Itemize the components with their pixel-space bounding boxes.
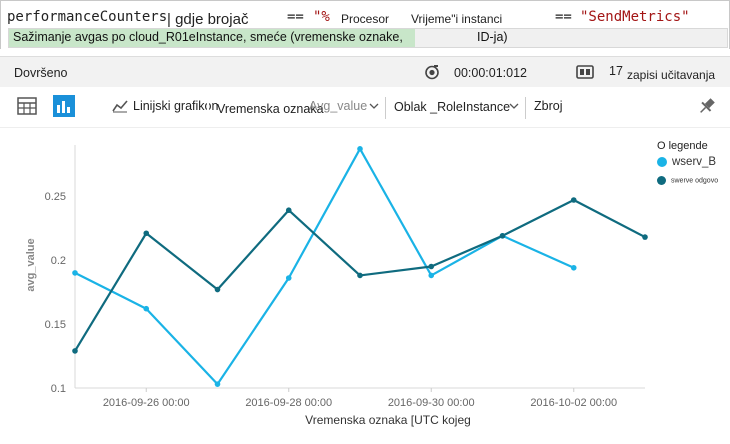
y-axis-label: avg_value	[25, 238, 37, 291]
query-token-where: | gdje brojač	[167, 11, 249, 28]
data-point[interactable]	[428, 272, 435, 279]
stopwatch-icon	[425, 65, 439, 80]
pin-icon[interactable]	[697, 96, 717, 116]
line-chart-icon	[112, 100, 128, 113]
data-point[interactable]	[499, 233, 506, 239]
legend-label-2: swerve odgovo	[671, 177, 719, 185]
data-point[interactable]	[570, 264, 577, 271]
data-point[interactable]	[642, 234, 648, 240]
aggregate-select[interactable]: Zbroj	[534, 99, 562, 113]
data-point[interactable]	[72, 270, 78, 276]
status-bar: Dovršeno 00:00:01:012 17 zapisi učitavan…	[0, 56, 730, 88]
data-point[interactable]	[214, 381, 221, 387]
query-summarize-text: Sažimanje avgas po cloud_R01eInstance, s…	[13, 30, 403, 44]
query-token-processor: Procesor	[341, 12, 390, 26]
y-axis-select[interactable]: Avg_value	[309, 99, 367, 113]
query-summarize-tail: ID-ja)	[477, 30, 508, 44]
line-chart: 0.1 0.15 0.2 0.25 2016-09-26 00:00 2016-09-2…	[25, 145, 648, 427]
x-tick-label: 2016-09-28 00:00	[245, 397, 332, 409]
data-point[interactable]	[570, 197, 577, 203]
x-tick-label: 2016-10-02 00:00	[530, 397, 617, 409]
data-point[interactable]	[214, 286, 221, 293]
y-tick-label: 0.25	[45, 191, 66, 203]
status-text: Dovršeno	[14, 66, 68, 80]
query-token-op: ==	[287, 9, 304, 25]
chart-view-icon[interactable]	[53, 95, 75, 117]
y-tick-label: 0.2	[51, 255, 66, 267]
y-tick-label: 0.1	[51, 383, 66, 395]
data-point[interactable]	[428, 263, 435, 270]
x-tick-label: 2016-09-26 00:00	[103, 397, 190, 409]
toolbar-gap	[207, 93, 209, 121]
records-icon	[576, 65, 594, 79]
legend-label-1: wserv_B	[672, 156, 717, 168]
toolbar-separator-2	[525, 97, 526, 119]
query-token-sendmetrics: "SendMetrics"	[580, 9, 690, 25]
x-axis-label: Vremenska oznaka [UTC kojeg	[305, 413, 471, 427]
split-chevron-down-icon	[509, 103, 519, 109]
query-token-op2: ==	[555, 9, 572, 25]
chart-type-select[interactable]: Linijski grafikon	[133, 99, 218, 113]
records-label: zapisi učitavanja	[627, 68, 716, 82]
data-point[interactable]	[143, 230, 150, 237]
legend-item-1[interactable]: wserv_B	[657, 156, 716, 168]
data-point[interactable]	[285, 207, 292, 214]
legend-swatch-1	[657, 156, 667, 167]
series-line-1	[74, 147, 575, 386]
query-line-2: Sažimanje avgas po cloud_R01eInstance, s…	[8, 28, 728, 48]
data-point[interactable]	[285, 275, 292, 281]
query-token-time-instance: Vrijeme"i instanci	[411, 12, 503, 26]
data-point[interactable]	[357, 272, 363, 279]
table-view-icon[interactable]	[17, 97, 37, 115]
data-point[interactable]	[357, 146, 363, 152]
split-by-select[interactable]: Oblak _RoleInstance	[394, 100, 510, 114]
y-axis-chevron-down-icon	[369, 103, 379, 109]
query-token-string-start: "%	[313, 9, 330, 25]
data-point[interactable]	[72, 348, 78, 354]
x-axis-select[interactable]: Vremenska oznaka	[217, 102, 324, 116]
legend-item-2[interactable]: swerve odgovo	[657, 176, 718, 185]
legend-title: O legende	[657, 140, 708, 152]
y-tick-label: 0.15	[45, 319, 66, 331]
query-token-table: performanceCounters	[7, 9, 168, 25]
x-tick-label: 2016-09-30 00:00	[388, 397, 475, 409]
record-count: 17	[609, 64, 623, 78]
elapsed-time: 00:00:01:012	[454, 66, 527, 80]
query-editor[interactable]: performanceCounters | gdje brojač == "% …	[0, 0, 730, 49]
legend-swatch-2	[657, 176, 666, 185]
chart-toolbar: Linijski grafikon Vremenska oznaka Avg_v…	[0, 87, 730, 128]
toolbar-separator	[385, 97, 386, 119]
data-point[interactable]	[143, 305, 150, 312]
